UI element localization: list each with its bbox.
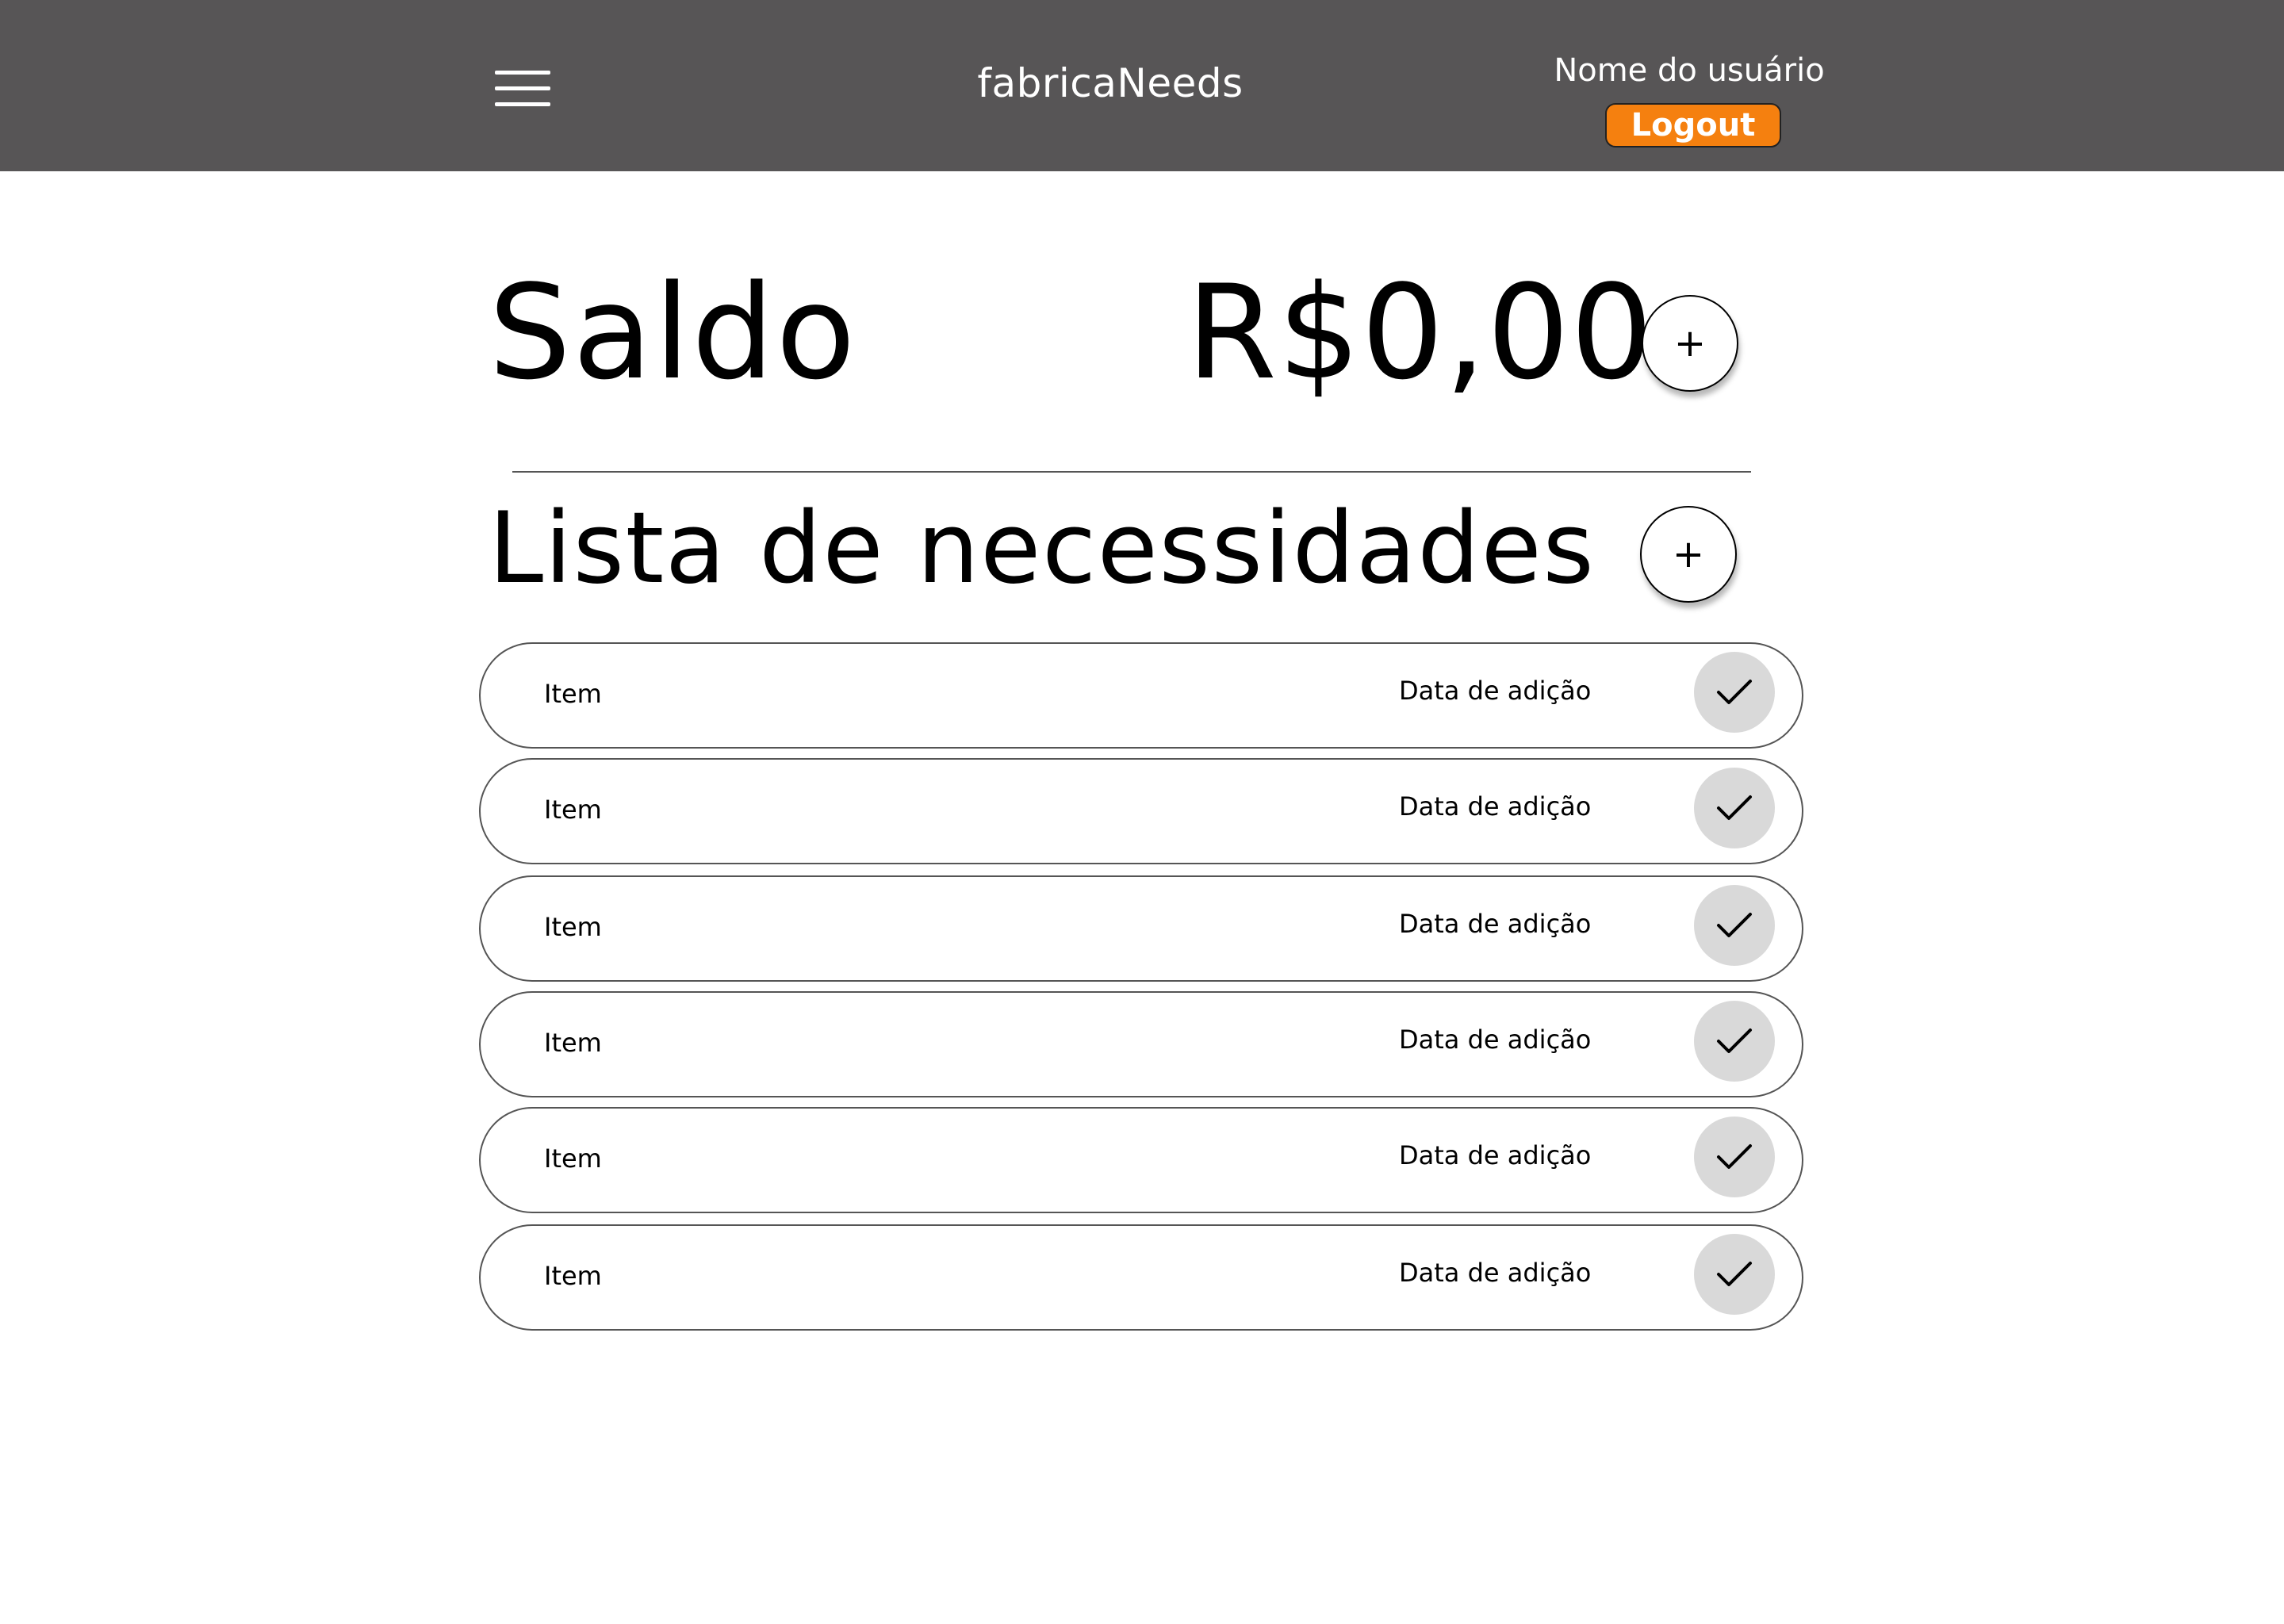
item-date: Data de adição: [1399, 909, 1592, 939]
check-icon[interactable]: [1694, 768, 1775, 848]
item-date: Data de adição: [1399, 1140, 1592, 1170]
app-title: fabricaNeeds: [977, 60, 1244, 106]
list-item[interactable]: Item Data de adição: [479, 1107, 1803, 1213]
check-icon[interactable]: [1694, 1001, 1775, 1082]
balance-value: R$0,00: [1186, 257, 1654, 408]
top-bar: fabricaNeeds Nome do usuário Logout: [0, 0, 2284, 171]
check-icon[interactable]: [1694, 652, 1775, 733]
check-icon[interactable]: [1694, 1234, 1775, 1315]
item-date: Data de adição: [1399, 676, 1592, 706]
add-need-button[interactable]: +: [1640, 506, 1737, 603]
item-date: Data de adição: [1399, 1025, 1592, 1055]
item-date: Data de adição: [1399, 1258, 1592, 1288]
list-item[interactable]: Item Data de adição: [479, 1224, 1803, 1331]
menu-line: [495, 102, 550, 106]
hamburger-menu-icon[interactable]: [495, 65, 554, 113]
add-balance-button[interactable]: +: [1642, 295, 1738, 392]
item-name: Item: [544, 1143, 602, 1174]
list-item[interactable]: Item Data de adição: [479, 758, 1803, 864]
balance-label: Saldo: [489, 257, 857, 408]
list-item[interactable]: Item Data de adição: [479, 875, 1803, 982]
item-name: Item: [544, 679, 602, 709]
page: fabricaNeeds Nome do usuário Logout Sald…: [0, 0, 2284, 1624]
list-item[interactable]: Item Data de adição: [479, 642, 1803, 749]
item-name: Item: [544, 1261, 602, 1291]
needs-list-title: Lista de necessidades: [489, 492, 1596, 606]
item-name: Item: [544, 912, 602, 942]
item-name: Item: [544, 1028, 602, 1058]
menu-line: [495, 86, 550, 90]
logout-button[interactable]: Logout: [1605, 103, 1781, 147]
user-name: Nome do usuário: [1554, 52, 1825, 89]
menu-line: [495, 71, 550, 75]
check-icon[interactable]: [1694, 1116, 1775, 1197]
item-date: Data de adição: [1399, 791, 1592, 822]
check-icon[interactable]: [1694, 885, 1775, 966]
item-name: Item: [544, 795, 602, 825]
list-item[interactable]: Item Data de adição: [479, 991, 1803, 1097]
section-divider: [512, 471, 1751, 473]
